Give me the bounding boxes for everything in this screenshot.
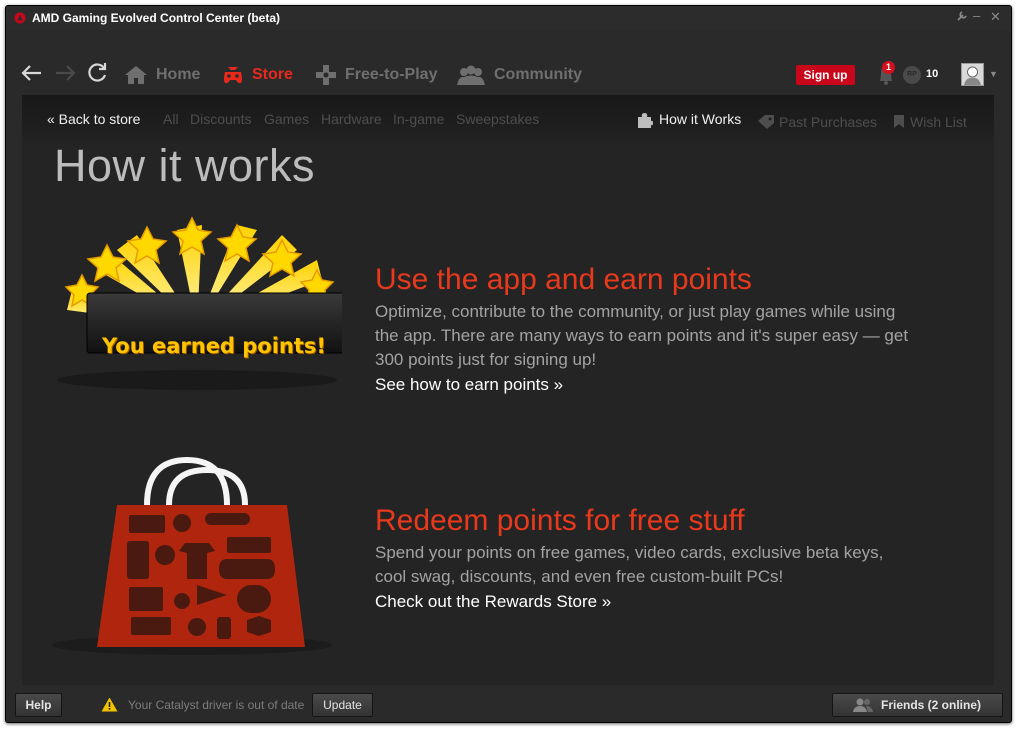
driver-warning-message: Your Catalyst driver is out of date bbox=[128, 698, 305, 712]
section-earn-body: Optimize, contribute to the community, o… bbox=[375, 302, 909, 369]
sign-up-button[interactable]: Sign up bbox=[796, 65, 855, 85]
gamepad-icon bbox=[224, 67, 242, 84]
update-button[interactable]: Update bbox=[312, 693, 373, 717]
avatar-dropdown-icon[interactable]: ▼ bbox=[989, 69, 998, 79]
avatar[interactable] bbox=[961, 63, 984, 86]
reward-points-value: 10 bbox=[926, 68, 939, 80]
friends-button[interactable]: Friends (2 online) bbox=[832, 693, 1003, 717]
category-all[interactable]: All bbox=[163, 111, 179, 127]
settings-icon[interactable] bbox=[956, 10, 968, 25]
nav-home[interactable]: Home bbox=[124, 64, 200, 86]
store-subnav: « Back to store All Discounts Games Hard… bbox=[22, 95, 994, 145]
nav-free-to-play[interactable]: Free-to-Play bbox=[315, 64, 437, 86]
refresh-icon[interactable] bbox=[84, 60, 110, 86]
main-nav: Home Store Free-to-Play Community Sign u… bbox=[6, 56, 1011, 94]
nav-free-to-play-label: Free-to-Play bbox=[345, 66, 438, 83]
status-bar: Help Your Catalyst driver is out of date… bbox=[6, 686, 1011, 722]
home-icon bbox=[125, 66, 147, 84]
category-discounts[interactable]: Discounts bbox=[190, 111, 251, 127]
nav-store-label: Store bbox=[252, 66, 293, 83]
controller-icon bbox=[316, 65, 336, 85]
rewards-store-link[interactable]: Check out the Rewards Store » bbox=[375, 592, 611, 612]
friends-icon bbox=[853, 698, 873, 712]
close-icon[interactable]: ✕ bbox=[990, 9, 1001, 25]
amd-logo-icon bbox=[14, 12, 26, 24]
nav-community[interactable]: Community bbox=[456, 64, 582, 86]
category-hardware[interactable]: Hardware bbox=[321, 111, 382, 127]
community-icon bbox=[457, 65, 485, 85]
warning-icon bbox=[101, 697, 118, 712]
section-redeem-title: Redeem points for free stuff bbox=[375, 504, 745, 537]
earned-points-badge-text: You earned points! bbox=[102, 334, 326, 358]
store-content: « Back to store All Discounts Games Hard… bbox=[22, 95, 994, 685]
help-button[interactable]: Help bbox=[15, 693, 62, 717]
nav-home-label: Home bbox=[156, 66, 201, 83]
reward-points-icon: RP bbox=[903, 66, 921, 84]
category-games[interactable]: Games bbox=[264, 111, 309, 127]
back-to-store-link[interactable]: « Back to store bbox=[47, 111, 140, 127]
earned-points-illustration bbox=[57, 216, 342, 390]
earn-points-link[interactable]: See how to earn points » bbox=[375, 375, 563, 395]
minimize-icon[interactable]: – bbox=[973, 8, 980, 23]
forward-arrow-icon[interactable] bbox=[52, 60, 78, 86]
tag-icon bbox=[758, 115, 774, 129]
category-sweepstakes[interactable]: Sweepstakes bbox=[456, 111, 539, 127]
page-title: How it works bbox=[54, 140, 316, 191]
category-in-game[interactable]: In-game bbox=[393, 111, 444, 127]
title-bar: AMD Gaming Evolved Control Center (beta)… bbox=[6, 6, 1011, 30]
wish-list-link[interactable]: Wish List bbox=[910, 114, 967, 130]
past-purchases-link[interactable]: Past Purchases bbox=[779, 114, 877, 130]
section-redeem-body: Spend your points on free games, video c… bbox=[375, 543, 884, 586]
notification-badge: 1 bbox=[882, 61, 895, 74]
friends-label: Friends (2 online) bbox=[881, 698, 982, 712]
how-it-works-link[interactable]: How it Works bbox=[659, 111, 741, 127]
bookmark-icon bbox=[894, 115, 904, 128]
rewards-bag-illustration bbox=[52, 456, 332, 655]
section-earn-title: Use the app and earn points bbox=[375, 263, 752, 296]
nav-community-label: Community bbox=[494, 66, 582, 83]
app-window: AMD Gaming Evolved Control Center (beta)… bbox=[5, 5, 1012, 723]
nav-store[interactable]: Store bbox=[222, 64, 293, 86]
puzzle-icon bbox=[638, 113, 653, 128]
back-arrow-icon[interactable] bbox=[19, 60, 45, 86]
avatar-face-icon bbox=[964, 66, 981, 85]
window-title: AMD Gaming Evolved Control Center (beta) bbox=[32, 11, 281, 25]
